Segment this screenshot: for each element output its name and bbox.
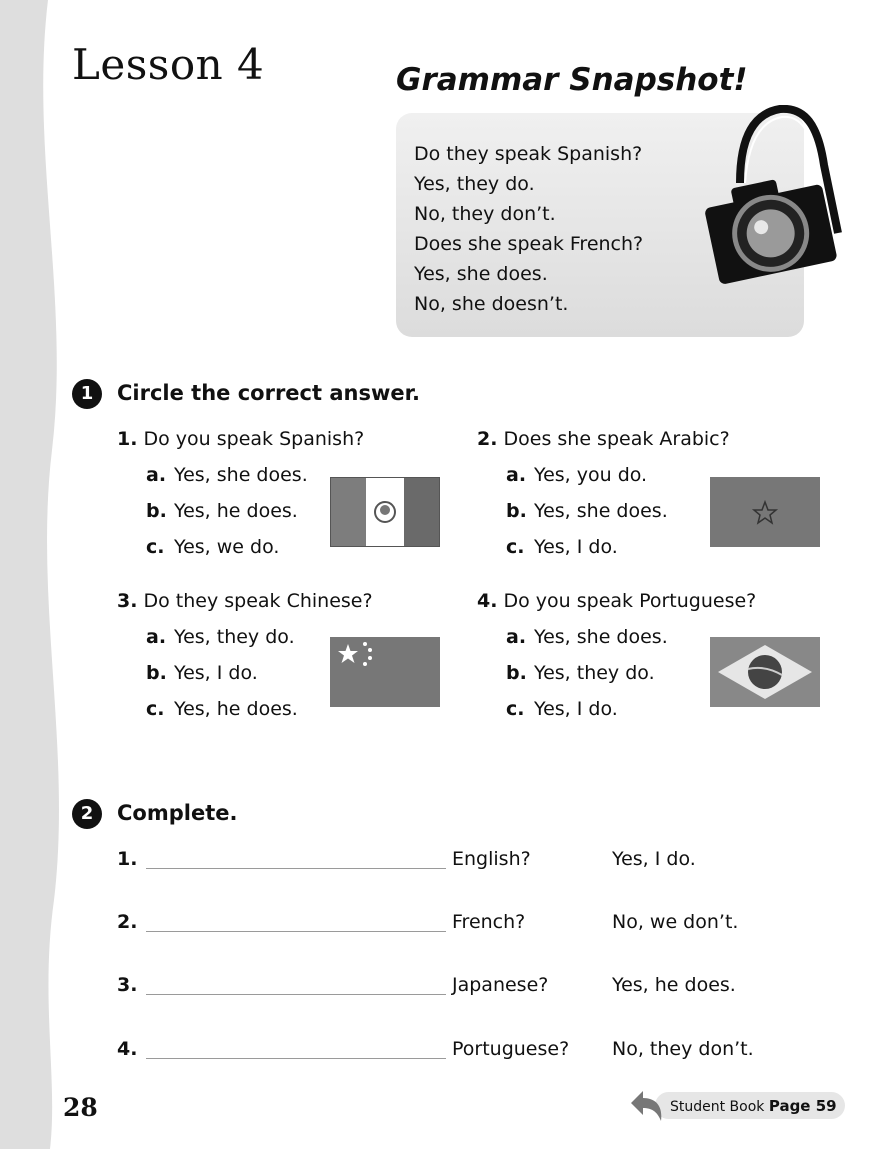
item-answer: Yes, he does. (612, 974, 736, 996)
section-title: Circle the correct answer. (117, 381, 420, 405)
item-number: 4. (117, 1038, 138, 1060)
mexico-flag-icon (330, 477, 440, 547)
section-number-badge: 1 (72, 379, 102, 409)
grammar-line: Yes, she does. (414, 263, 548, 285)
student-book-text: Student Book Page 59 (670, 1097, 837, 1115)
section-number-badge: 2 (72, 799, 102, 829)
brazil-flag-icon (710, 637, 820, 707)
answer-blank-line[interactable] (146, 1058, 446, 1059)
item-answer: Yes, I do. (612, 848, 696, 870)
item-word: English? (452, 848, 531, 870)
camera-icon (705, 105, 842, 284)
wavy-margin (0, 0, 59, 1149)
china-flag-icon (330, 637, 440, 707)
student-book-page: Page 59 (768, 1097, 837, 1115)
item-word: Portuguese? (452, 1038, 570, 1060)
grammar-snapshot-title: Grammar Snapshot! (396, 62, 748, 98)
grammar-line: Does she speak French? (414, 233, 644, 255)
morocco-flag-icon (710, 477, 820, 547)
question-number: 2. (477, 428, 498, 450)
question-1: 1. Do you speak Spanish? (117, 428, 364, 450)
return-arrow-icon (631, 1091, 662, 1121)
answer-option[interactable]: a. Yes, she does. (506, 626, 668, 648)
item-number: 3. (117, 974, 138, 996)
answer-option[interactable]: a. Yes, she does. (146, 464, 308, 486)
grammar-line: No, she doesn’t. (414, 293, 569, 315)
answer-option[interactable]: b. Yes, I do. (146, 662, 258, 684)
answer-option[interactable]: c. Yes, he does. (146, 698, 298, 720)
section-title: Complete. (117, 801, 238, 825)
grammar-line: Do they speak Spanish? (414, 143, 643, 165)
answer-blank-line[interactable] (146, 868, 446, 869)
question-3: 3. Do they speak Chinese? (117, 590, 373, 612)
item-word: French? (452, 911, 526, 933)
answer-option[interactable]: b. Yes, they do. (506, 662, 655, 684)
answer-blank-line[interactable] (146, 931, 446, 932)
lesson-title: Lesson 4 (72, 40, 265, 89)
answer-blank-line[interactable] (146, 994, 446, 995)
answer-option[interactable]: a. Yes, they do. (146, 626, 295, 648)
question-text: Does she speak Arabic? (503, 428, 730, 450)
answer-option[interactable]: b. Yes, he does. (146, 500, 298, 522)
item-answer: No, they don’t. (612, 1038, 754, 1060)
question-number: 1. (117, 428, 138, 450)
item-answer: No, we don’t. (612, 911, 739, 933)
student-book-label: Student Book (670, 1099, 765, 1115)
question-4: 4. Do you speak Portuguese? (477, 590, 756, 612)
answer-option[interactable]: b. Yes, she does. (506, 500, 668, 522)
item-number: 2. (117, 911, 138, 933)
question-number: 3. (117, 590, 138, 612)
answer-option[interactable]: a. Yes, you do. (506, 464, 647, 486)
item-number: 1. (117, 848, 138, 870)
grammar-line: No, they don’t. (414, 203, 556, 225)
grammar-line: Yes, they do. (414, 173, 535, 195)
question-number: 4. (477, 590, 498, 612)
answer-option[interactable]: c. Yes, I do. (506, 536, 618, 558)
question-text: Do you speak Portuguese? (503, 590, 757, 612)
question-text: Do they speak Chinese? (143, 590, 373, 612)
answer-option[interactable]: c. Yes, we do. (146, 536, 279, 558)
question-text: Do you speak Spanish? (143, 428, 365, 450)
page-number: 28 (63, 1093, 98, 1122)
question-2: 2. Does she speak Arabic? (477, 428, 730, 450)
item-word: Japanese? (452, 974, 549, 996)
answer-option[interactable]: c. Yes, I do. (506, 698, 618, 720)
